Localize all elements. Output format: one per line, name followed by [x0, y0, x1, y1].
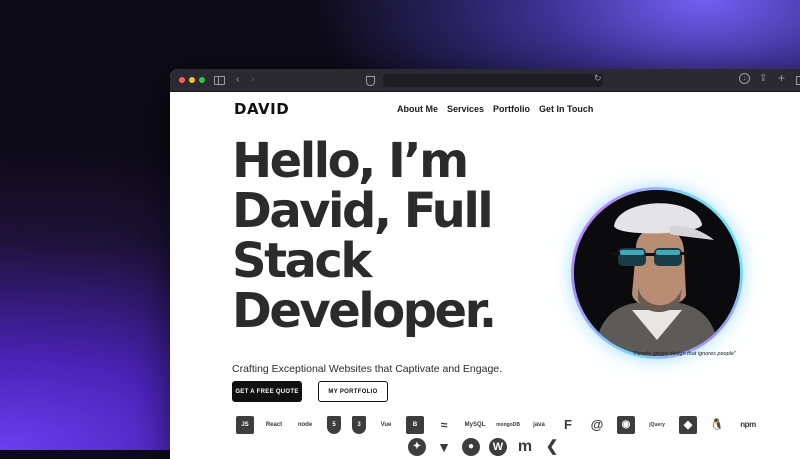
- jquery-icon: jQuery: [649, 422, 665, 428]
- postman-icon: ✦: [408, 438, 426, 456]
- privacy-shield-icon[interactable]: [366, 76, 375, 86]
- tailwind-icon: ≈: [440, 418, 448, 432]
- nav-get-in-touch[interactable]: Get In Touch: [539, 104, 593, 114]
- linux-icon: 🐧: [710, 419, 724, 431]
- reload-icon[interactable]: ↻: [594, 73, 602, 84]
- back-chevron-icon[interactable]: ‹: [236, 74, 239, 86]
- avatar-illustration: [574, 190, 740, 356]
- mysql-icon: MySQL: [464, 422, 486, 428]
- html5-icon: 5: [327, 416, 341, 434]
- maximize-window-button[interactable]: [199, 77, 205, 83]
- webpage: DAVID About Me Services Portfolio Get In…: [170, 92, 800, 459]
- hero-line-3: Stack: [232, 233, 372, 289]
- my-portfolio-button[interactable]: MY PORTFOLIO: [318, 381, 388, 402]
- css3-icon: 3: [352, 416, 366, 434]
- site-logo[interactable]: DAVID: [234, 100, 289, 118]
- new-tab-icon[interactable]: +: [778, 72, 785, 84]
- browser-titlebar: ‹ › ↻ ↓ ⇪ +: [170, 69, 800, 92]
- get-free-quote-button[interactable]: GET A FREE QUOTE: [232, 381, 302, 402]
- javascript-icon: JS: [236, 416, 254, 434]
- vite-icon: ▼: [437, 439, 451, 455]
- npm-icon: npm: [740, 420, 756, 429]
- quote-text: "People ignore design that ignores peopl…: [632, 351, 736, 357]
- share-icon[interactable]: ⇪: [759, 73, 767, 85]
- hero-subtitle: Crafting Exceptional Websites that Capti…: [232, 363, 503, 375]
- hero-line-1: Hello, I’m: [232, 133, 469, 189]
- nav-about-me[interactable]: About Me: [397, 104, 438, 114]
- bootstrap-icon: B: [406, 416, 424, 434]
- tech-stack-row-2: ✦ ▼ ● W m ❮: [408, 438, 561, 456]
- java-icon: java: [533, 422, 545, 428]
- mailchimp-icon: m: [517, 438, 533, 455]
- hero-heading: Hello, I’m David, Full Stack Developer.: [232, 136, 562, 336]
- minimize-window-button[interactable]: [189, 77, 195, 83]
- nodejs-icon: node: [297, 422, 313, 428]
- debian-icon: @: [590, 417, 604, 432]
- tech-stack-row-1: JS React node 5 3 Vue B ≈ MySQL mongoDB …: [236, 416, 759, 434]
- forward-chevron-icon[interactable]: ›: [251, 74, 254, 86]
- main-nav: About Me Services Portfolio Get In Touch: [397, 104, 593, 114]
- tab-overview-icon[interactable]: [796, 76, 800, 85]
- nav-portfolio[interactable]: Portfolio: [493, 104, 530, 114]
- hero-line-2: David, Full: [232, 183, 494, 239]
- avatar-photo: [574, 190, 740, 356]
- download-icon[interactable]: ↓: [739, 73, 750, 84]
- browser-window: ‹ › ↻ ↓ ⇪ + DAVID About Me Services Port…: [170, 69, 800, 459]
- github-icon: ●: [462, 438, 480, 456]
- nav-services[interactable]: Services: [447, 104, 484, 114]
- react-icon: React: [265, 422, 283, 428]
- wordpress-icon: W: [489, 438, 507, 456]
- figma-icon: F: [564, 417, 572, 432]
- mongodb-icon: mongoDB: [496, 422, 520, 428]
- close-window-button[interactable]: [179, 77, 185, 83]
- sidebar-toggle-icon[interactable]: [214, 76, 225, 85]
- ubuntu-icon: ◉: [617, 416, 635, 434]
- address-bar[interactable]: [383, 74, 603, 87]
- hero-line-4: Developer.: [232, 283, 497, 339]
- git-icon: ◆: [679, 416, 697, 434]
- vscode-icon: ❮: [545, 438, 559, 455]
- vue-icon: Vue: [380, 422, 392, 428]
